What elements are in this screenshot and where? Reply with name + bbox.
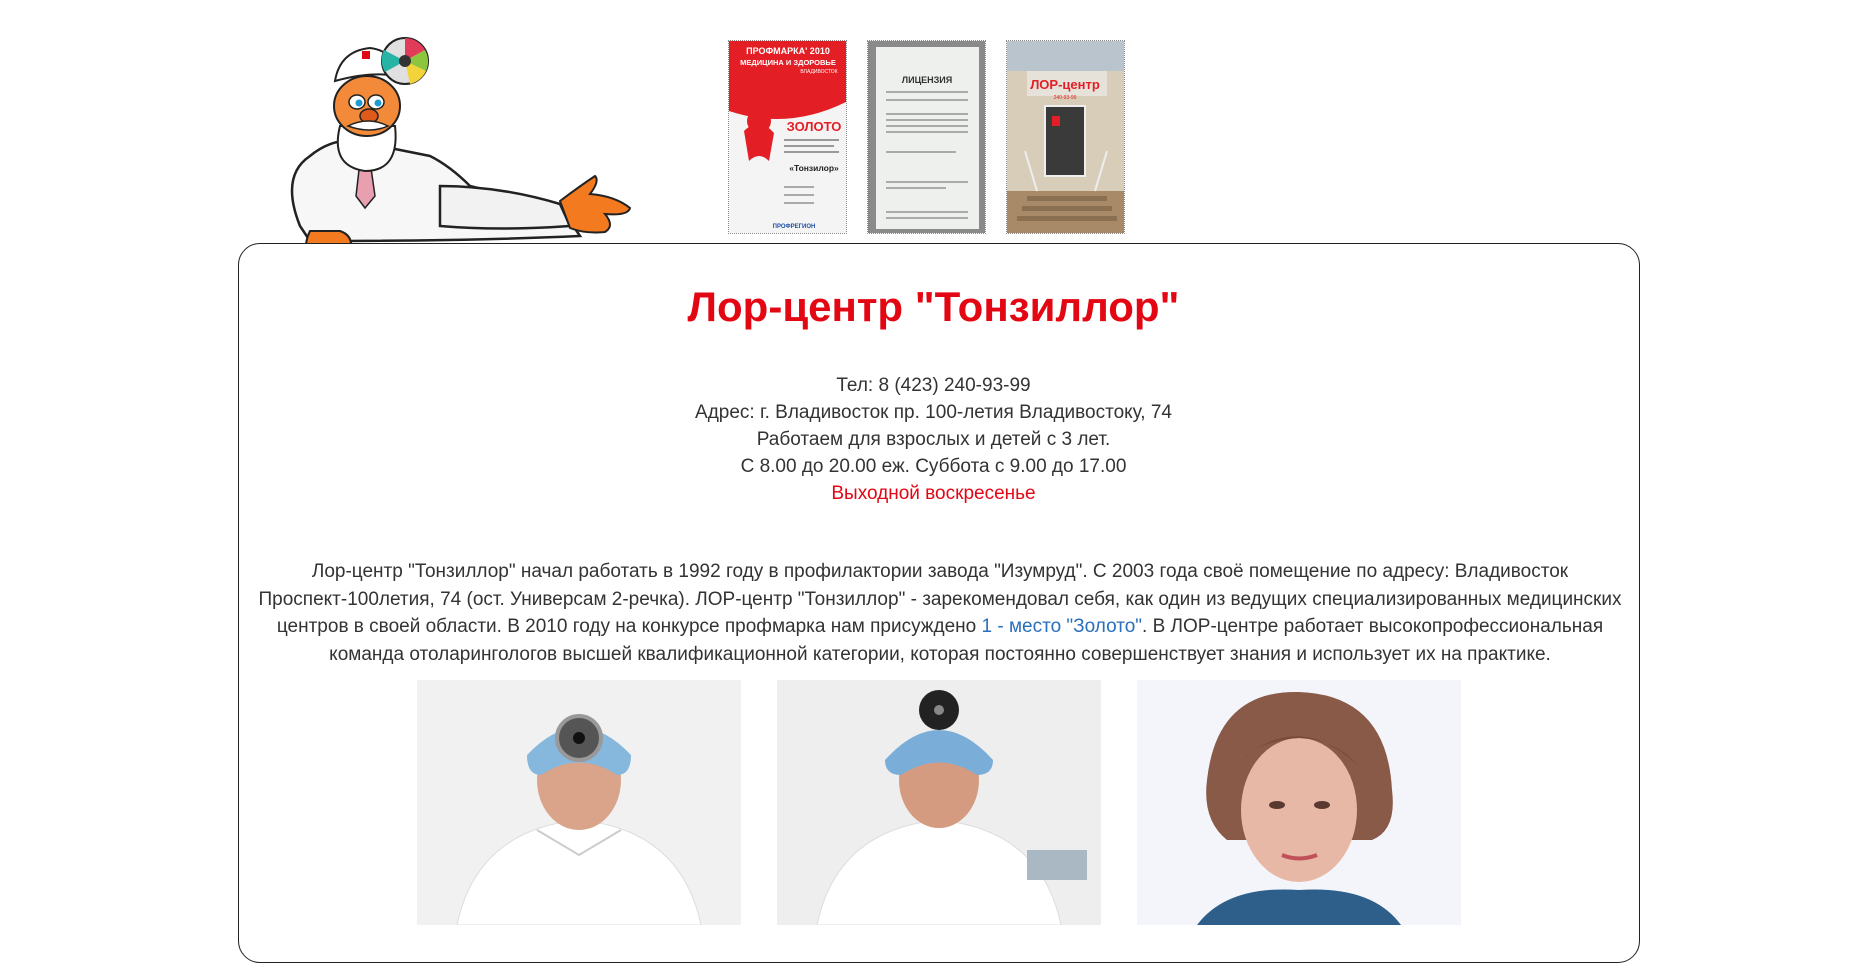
doctor-photo-2 xyxy=(777,680,1101,925)
audience-text: Работаем для взрослых и детей с 3 лет. xyxy=(756,429,1111,450)
license-heading: ЛИЦЕНЗИЯ xyxy=(902,75,952,85)
staff-photos xyxy=(417,680,1461,925)
closed-day-text: Выходной воскресенье xyxy=(831,483,1036,504)
award-diploma-thumbnail[interactable]: ПРОФМАРКА' 2010 МЕДИЦИНА И ЗДОРОВЬЕ ВЛАД… xyxy=(728,40,847,234)
doctor-photo-1 xyxy=(417,680,741,925)
clinic-sign: ЛОР-центр xyxy=(1030,77,1100,92)
address-text: Адрес: г. Владивосток пр. 100-летия Влад… xyxy=(695,402,1172,423)
award-thumbnails: ПРОФМАРКА' 2010 МЕДИЦИНА И ЗДОРОВЬЕ ВЛАД… xyxy=(728,40,1125,234)
license-thumbnail[interactable]: ЛИЦЕНЗИЯ xyxy=(867,40,986,234)
diploma-sub-text: МЕДИЦИНА И ЗДОРОВЬЕ xyxy=(740,58,836,67)
clinic-sign-phone: 240-93-99 xyxy=(1054,95,1077,101)
diploma-city: ВЛАДИВОСТОК xyxy=(800,69,837,75)
diploma-name: «Тонзилор» xyxy=(789,163,839,173)
clinic-entrance-thumbnail[interactable]: ЛОР-центр 240-93-99 xyxy=(1006,40,1125,234)
diploma-org: ПРОФРЕГИОН xyxy=(773,224,816,230)
contact-info: Тел: 8 (423) 240-93-99 Адрес: г. Владиво… xyxy=(0,372,1867,507)
about-paragraph: Лор-центр "Тонзиллор" начал работать в 1… xyxy=(254,558,1626,668)
award-link[interactable]: 1 - место "Золото" xyxy=(982,616,1143,637)
diploma-award: ЗОЛОТО xyxy=(787,119,842,134)
page-title: Лор-центр "Тонзиллор" xyxy=(687,283,1180,330)
hours-text: С 8.00 до 20.00 еж. Суббота с 9.00 до 17… xyxy=(740,456,1127,477)
diploma-top-text: ПРОФМАРКА' 2010 xyxy=(746,46,830,56)
doctor-photo-3 xyxy=(1137,680,1461,925)
phone-text: Тел: 8 (423) 240-93-99 xyxy=(836,375,1031,396)
doctor-mascot-illustration xyxy=(270,36,640,271)
